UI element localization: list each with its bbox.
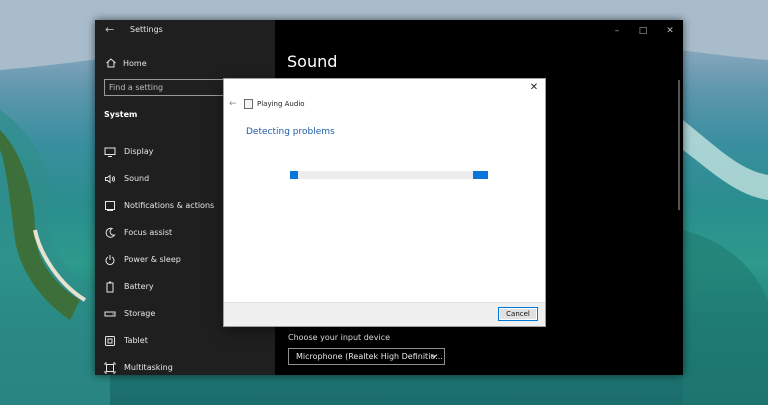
maximize-button[interactable]: □ bbox=[636, 24, 650, 38]
troubleshooter-app-icon bbox=[244, 99, 253, 109]
home-icon bbox=[106, 58, 116, 68]
back-arrow-icon[interactable]: ← bbox=[229, 99, 239, 109]
multitasking-icon bbox=[104, 362, 116, 373]
nav-item-label: Tablet bbox=[124, 336, 148, 345]
chevron-down-icon bbox=[430, 354, 438, 359]
nav-item-label: Storage bbox=[124, 309, 156, 318]
back-arrow-icon[interactable]: ← bbox=[105, 23, 119, 37]
nav-home-label: Home bbox=[123, 58, 147, 68]
title-bar: ← Settings – □ ✕ bbox=[95, 20, 683, 42]
dialog-footer: Cancel bbox=[224, 302, 545, 326]
close-window-button[interactable]: ✕ bbox=[663, 24, 677, 38]
dialog-heading: Detecting problems bbox=[246, 127, 335, 137]
nav-item-label: Multitasking bbox=[124, 363, 173, 372]
monitor-icon bbox=[104, 147, 116, 157]
notifications-icon bbox=[105, 200, 115, 211]
indeterminate-progress-bar bbox=[290, 171, 488, 179]
storage-icon bbox=[104, 311, 116, 316]
close-icon[interactable]: ✕ bbox=[528, 82, 540, 94]
minimize-button[interactable]: – bbox=[610, 24, 624, 38]
nav-item-label: Power & sleep bbox=[124, 255, 181, 264]
nav-home[interactable]: Home bbox=[105, 56, 147, 70]
scrollbar[interactable] bbox=[678, 80, 680, 210]
section-title: System bbox=[104, 110, 138, 119]
nav-item-tablet[interactable]: Tablet bbox=[95, 327, 275, 354]
nav-item-multitasking[interactable]: Multitasking bbox=[95, 354, 275, 381]
input-device-value: Microphone (Realtek High Definitio... bbox=[296, 352, 443, 361]
nav-item-label: Notifications & actions bbox=[124, 201, 215, 210]
window-title: Settings bbox=[130, 25, 163, 34]
nav-item-label: Focus assist bbox=[124, 228, 173, 237]
search-input[interactable] bbox=[109, 81, 229, 94]
moon-icon bbox=[105, 227, 116, 238]
progress-indicator-right bbox=[473, 171, 488, 179]
nav-item-label: Display bbox=[124, 147, 154, 156]
dialog-app-title: Playing Audio bbox=[257, 100, 305, 108]
tablet-icon bbox=[105, 335, 115, 346]
power-icon bbox=[105, 254, 115, 265]
speaker-icon bbox=[105, 173, 115, 184]
nav-item-label: Sound bbox=[124, 174, 150, 183]
input-device-label: Choose your input device bbox=[288, 333, 391, 342]
battery-icon bbox=[106, 281, 114, 292]
troubleshooter-dialog: ✕ ← Playing Audio Detecting problems Can… bbox=[224, 79, 545, 326]
page-title: Sound bbox=[287, 52, 338, 71]
nav-item-label: Battery bbox=[124, 282, 154, 291]
progress-indicator-left bbox=[290, 171, 298, 179]
cancel-button[interactable]: Cancel bbox=[498, 307, 538, 321]
input-device-dropdown[interactable]: Microphone (Realtek High Definitio... bbox=[288, 348, 445, 365]
